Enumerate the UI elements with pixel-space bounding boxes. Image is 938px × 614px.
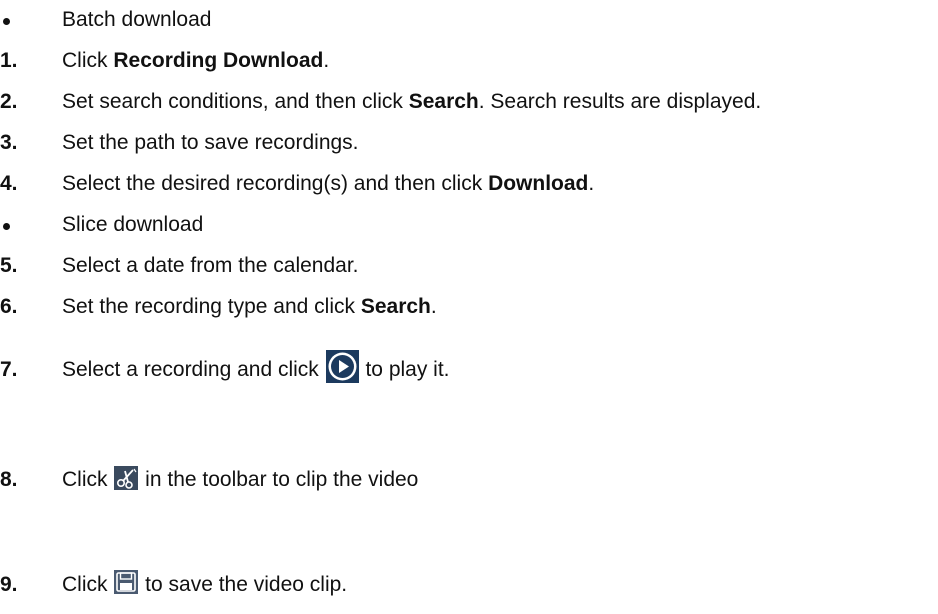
bullet-text: Slice download — [62, 213, 204, 236]
scissors-clip-icon — [114, 466, 139, 490]
step-text: Click in the toolbar to clip the video — [62, 460, 418, 500]
step-number: 6. — [0, 295, 18, 318]
step-text-pre: Select the desired recording(s) and then… — [62, 172, 489, 195]
step-number: 1. — [0, 49, 18, 72]
step-number: 4. — [0, 172, 18, 195]
step-2: 2. Set search conditions, and then click… — [0, 82, 938, 122]
step-6: 6. Set the recording type and click Sear… — [0, 287, 938, 327]
bullet-dot-icon — [3, 223, 10, 230]
step-text: Set the path to save recordings. — [62, 131, 359, 154]
step-text-pre: Set search conditions, and then click — [62, 90, 409, 113]
step-text-bold: Download — [488, 172, 589, 195]
step-number: 2. — [0, 90, 18, 113]
step-text: Set the recording type and click Search. — [62, 287, 437, 327]
step-3: 3. Set the path to save recordings. — [0, 123, 938, 163]
step-text-post: . — [430, 295, 437, 318]
step-text: Select the desired recording(s) and then… — [62, 164, 594, 204]
step-4: 4. Select the desired recording(s) and t… — [0, 164, 938, 204]
bullet-marker — [0, 0, 50, 40]
step-text-bold: Recording Download — [113, 49, 324, 72]
document-body: Batch download 1. Click Recording Downlo… — [0, 0, 938, 614]
step-text: Select a recording and click to play it. — [62, 350, 450, 390]
step-7: 7. Select a recording and click to play … — [0, 350, 938, 390]
step-1: 1. Click Recording Download. — [0, 41, 938, 81]
step-text-bold: Search — [360, 295, 431, 318]
step-9: 9. Click to save the video clip. — [0, 565, 938, 605]
bullet-text: Batch download — [62, 8, 212, 31]
step-text-post: in the toolbar to clip the video — [139, 468, 419, 491]
step-number: 9. — [0, 573, 18, 596]
bullet-marker — [0, 205, 50, 245]
step-text: Select a date from the calendar. — [62, 254, 359, 277]
step-text: Click to save the video clip. — [62, 565, 347, 605]
bullet-item-batch-download: Batch download — [0, 0, 938, 40]
play-icon — [325, 350, 359, 383]
step-text-post: . — [588, 172, 595, 195]
step-text-pre: Select a recording and click — [62, 358, 325, 381]
step-text-pre: Click — [62, 49, 114, 72]
save-floppy-icon — [114, 570, 139, 594]
step-text-post: to play it. — [359, 358, 450, 381]
step-number: 5. — [0, 254, 18, 277]
step-number: 7. — [0, 358, 18, 381]
step-5: 5. Select a date from the calendar. — [0, 246, 938, 286]
step-text-pre: Click — [62, 573, 114, 596]
bullet-dot-icon — [3, 18, 10, 25]
step-8: 8. Click in the toolbar to clip the vide… — [0, 460, 938, 500]
step-text-pre: Click — [62, 468, 114, 491]
bullet-item-slice-download: Slice download — [0, 205, 938, 245]
step-text: Set search conditions, and then click Se… — [62, 82, 761, 122]
step-text: Click Recording Download. — [62, 41, 329, 81]
step-number: 3. — [0, 131, 18, 154]
step-text-pre: Set the recording type and click — [62, 295, 361, 318]
step-number: 8. — [0, 468, 18, 491]
step-text-post: . Search results are displayed. — [478, 90, 762, 113]
step-text-bold: Search — [408, 90, 479, 113]
step-text-post: to save the video clip. — [139, 573, 348, 596]
step-text-post: . — [323, 49, 330, 72]
